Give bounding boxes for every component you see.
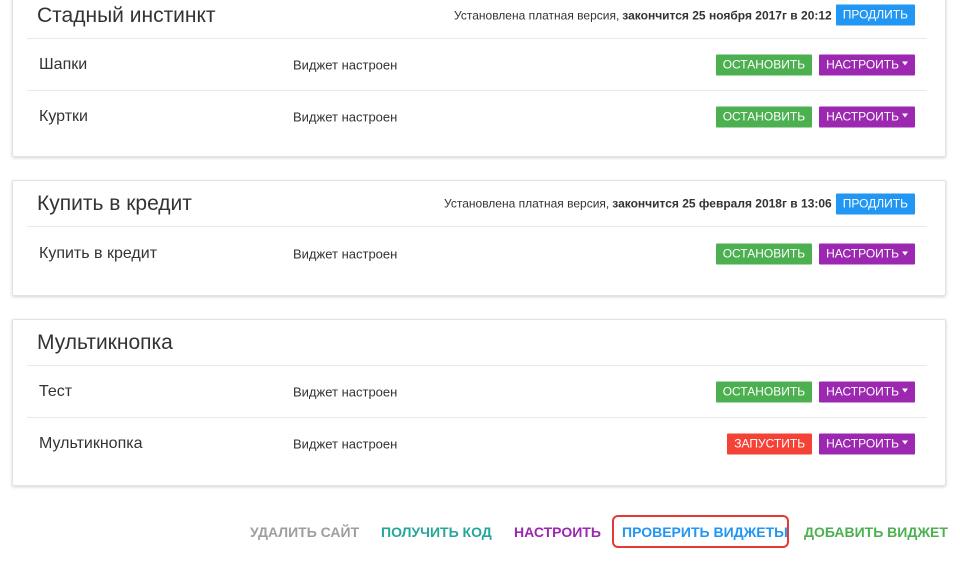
widget-row: Куртки Виджет настроен ОСТАНОВИТЬ НАСТРО…	[27, 91, 927, 142]
widget-name: Купить в кредит	[39, 245, 158, 262]
widget-status: Виджет настроен	[293, 109, 398, 124]
configure-label: НАСТРОИТЬ	[826, 436, 899, 450]
widget-actions: ОСТАНОВИТЬ НАСТРОИТЬ	[715, 243, 915, 265]
widget-status: Виджет настроен	[293, 57, 398, 72]
configure-site-link[interactable]: НАСТРОИТЬ	[514, 524, 601, 540]
card-title: Купить в кредит	[37, 191, 192, 215]
stop-button[interactable]: ОСТАНОВИТЬ	[715, 54, 813, 75]
caret-down-icon	[902, 61, 908, 66]
configure-label: НАСТРОИТЬ	[826, 57, 899, 71]
widget-name: Мультикнопка	[39, 434, 143, 452]
delete-site-link[interactable]: УДАЛИТЬ САЙТ	[250, 524, 359, 540]
widget-name: Шапки	[39, 55, 88, 73]
add-widget-link[interactable]: ДОБАВИТЬ ВИДЖЕТ	[804, 524, 948, 540]
widget-actions: ОСТАНОВИТЬ НАСТРОИТЬ	[715, 54, 915, 75]
widget-row: Тест Виджет настроен ОСТАНОВИТЬ НАСТРОИТ…	[27, 366, 927, 418]
card-title: Стадный инстинкт	[37, 4, 216, 27]
site-card-kupit-v-kredit: Купить в кредит Установлена платная верс…	[12, 180, 946, 296]
card-header: Мультикнопка	[27, 320, 927, 366]
license-info: Установлена платная версия, закончится 2…	[444, 193, 915, 214]
site-actions-footer: УДАЛИТЬ САЙТ ПОЛУЧИТЬ КОД НАСТРОИТЬ ПРОВ…	[0, 515, 960, 549]
widget-row: Мультикнопка Виджет настроен ЗАПУСТИТЬ Н…	[27, 418, 927, 469]
widget-actions: ЗАПУСТИТЬ НАСТРОИТЬ	[727, 433, 915, 454]
configure-label: НАСТРОИТЬ	[826, 384, 899, 398]
license-expiry: закончится 25 февраля 2018г в 13:06	[612, 196, 832, 211]
configure-dropdown-button[interactable]: НАСТРОИТЬ	[819, 54, 915, 75]
widget-actions: ОСТАНОВИТЬ НАСТРОИТЬ	[715, 381, 915, 402]
configure-label: НАСТРОИТЬ	[826, 109, 899, 123]
widget-row: Шапки Виджет настроен ОСТАНОВИТЬ НАСТРОИ…	[27, 39, 927, 91]
start-button[interactable]: ЗАПУСТИТЬ	[727, 433, 813, 454]
caret-down-icon	[902, 388, 908, 393]
configure-dropdown-button[interactable]: НАСТРОИТЬ	[819, 433, 915, 454]
configure-dropdown-button[interactable]: НАСТРОИТЬ	[819, 106, 915, 127]
license-expiry: закончится 25 ноября 2017г в 20:12	[622, 8, 832, 22]
license-info: Установлена платная версия, закончится 2…	[454, 4, 915, 26]
caret-down-icon	[902, 113, 908, 118]
configure-dropdown-button[interactable]: НАСТРОИТЬ	[819, 243, 915, 265]
card-header: Купить в кредит Установлена платная верс…	[27, 181, 927, 227]
caret-down-icon	[902, 440, 908, 445]
license-prefix: Установлена платная версия,	[454, 8, 620, 22]
stop-button[interactable]: ОСТАНОВИТЬ	[715, 106, 813, 127]
widget-name: Куртки	[39, 107, 88, 125]
widget-status: Виджет настроен	[293, 436, 398, 451]
stop-button[interactable]: ОСТАНОВИТЬ	[715, 243, 813, 265]
extend-button[interactable]: ПРОДЛИТЬ	[835, 193, 915, 214]
get-code-link[interactable]: ПОЛУЧИТЬ КОД	[381, 524, 492, 540]
card-title: Мультикнопка	[37, 330, 173, 354]
stop-button[interactable]: ОСТАНОВИТЬ	[715, 381, 813, 402]
widget-name: Тест	[39, 382, 73, 400]
widget-actions: ОСТАНОВИТЬ НАСТРОИТЬ	[715, 106, 915, 127]
check-widgets-link[interactable]: ПРОВЕРИТЬ ВИДЖЕТЫ	[622, 524, 788, 540]
widget-status: Виджет настроен	[293, 384, 398, 399]
configure-label: НАСТРОИТЬ	[826, 246, 899, 261]
license-prefix: Установлена платная версия,	[444, 196, 610, 211]
extend-button[interactable]: ПРОДЛИТЬ	[835, 4, 915, 26]
site-card-multiknopka: Мультикнопка Тест Виджет настроен ОСТАНО…	[12, 319, 946, 486]
card-header: Стадный инстинкт Установлена платная вер…	[27, 0, 927, 39]
site-card-stadnyi-instinkt: Стадный инстинкт Установлена платная вер…	[12, 0, 946, 157]
widget-row: Купить в кредит Виджет настроен ОСТАНОВИ…	[27, 227, 927, 281]
widget-status: Виджет настроен	[293, 246, 398, 262]
configure-dropdown-button[interactable]: НАСТРОИТЬ	[819, 381, 915, 402]
caret-down-icon	[902, 251, 908, 256]
